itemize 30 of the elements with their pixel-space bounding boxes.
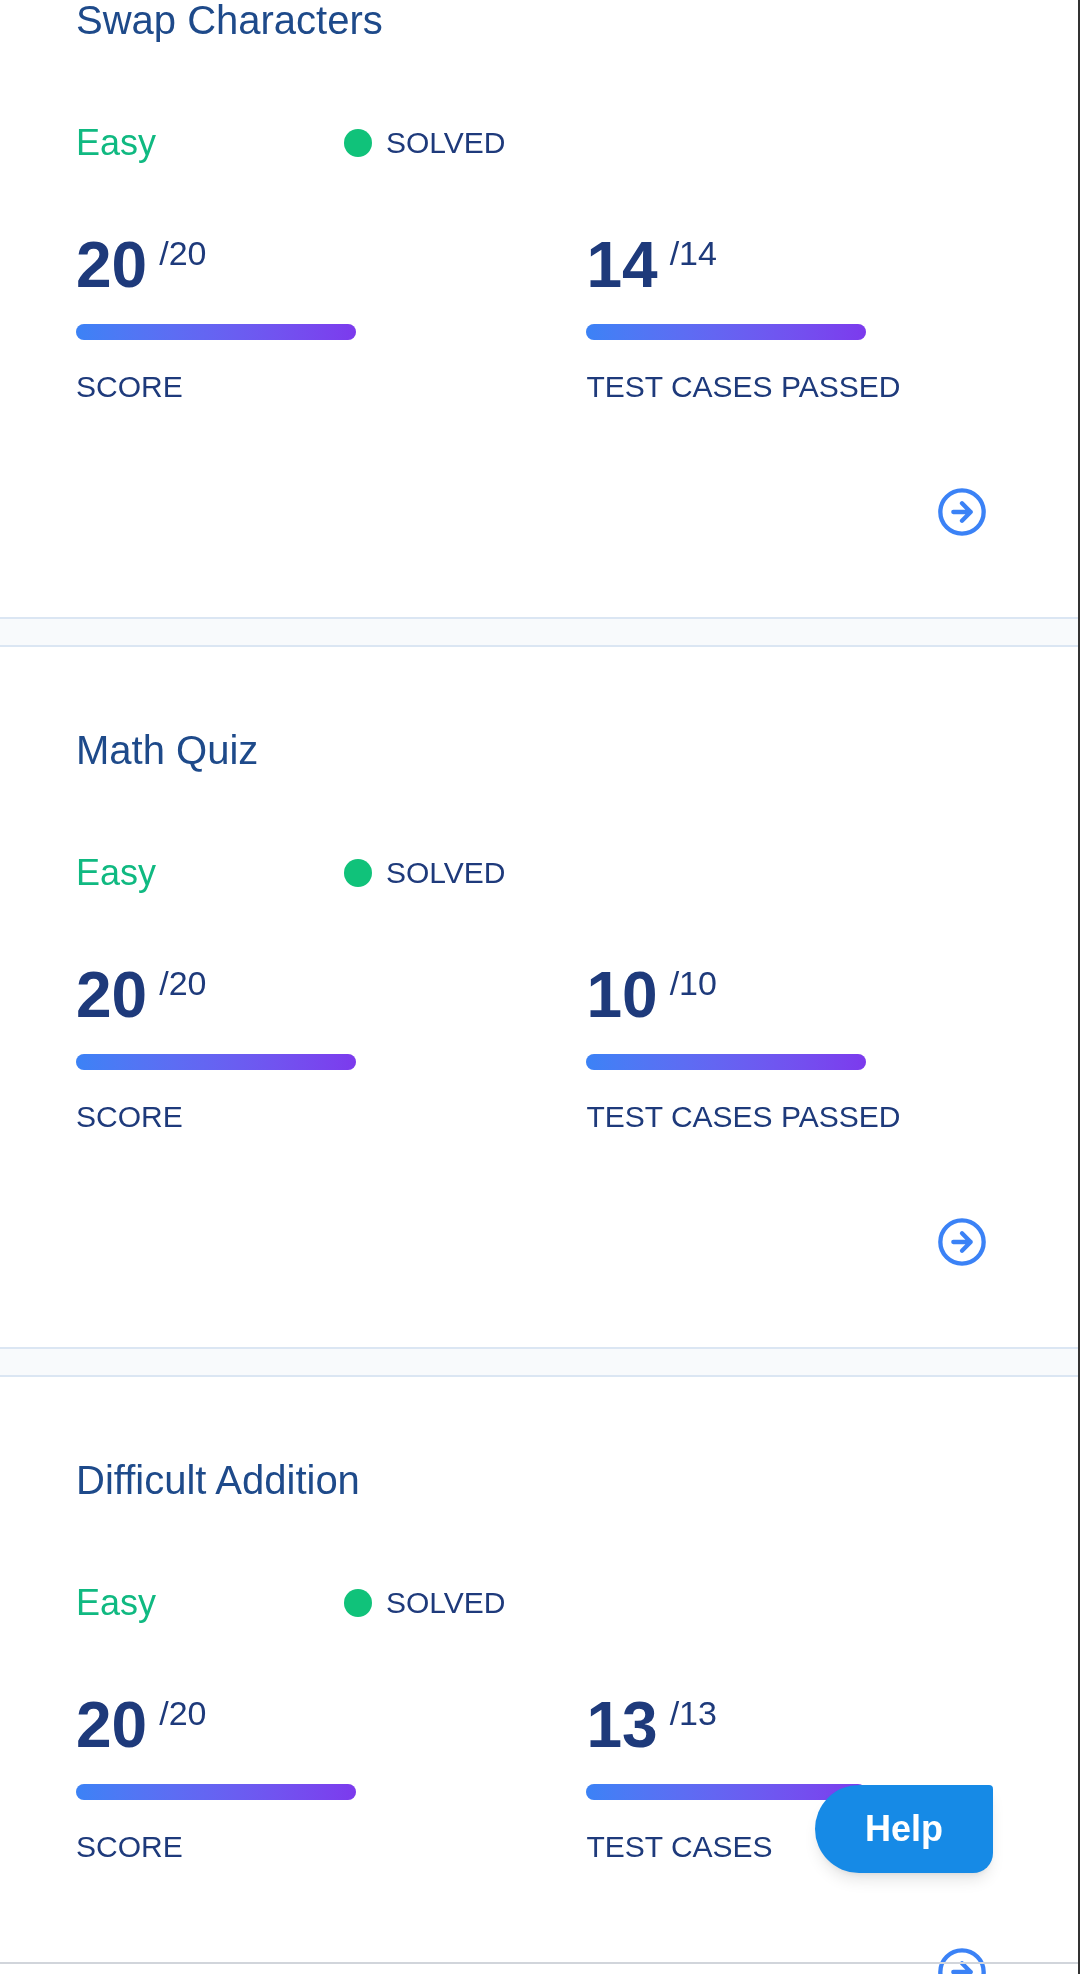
arrow-right-circle-icon[interactable] <box>936 486 988 538</box>
stat-total: /13 <box>669 1693 717 1734</box>
help-button[interactable]: Help <box>815 1785 993 1873</box>
problem-title: Difficult Addition <box>76 1457 360 1503</box>
status-label: SOLVED <box>386 1585 506 1621</box>
status-label: SOLVED <box>386 855 506 891</box>
stat-value: 20 <box>76 958 148 1033</box>
stat-label: SCORE <box>76 1099 183 1135</box>
stat-total: /20 <box>159 1693 207 1734</box>
stat-label: TEST CASES <box>586 1829 773 1865</box>
status-label: SOLVED <box>386 125 506 161</box>
stat-total: /14 <box>669 233 717 274</box>
stat-label: TEST CASES PASSED <box>586 1099 901 1135</box>
stat-total: /20 <box>159 233 207 274</box>
stat-value: 13 <box>586 1688 658 1763</box>
stat-value: 20 <box>76 1688 148 1763</box>
stat-total: /20 <box>159 963 207 1004</box>
arrow-right-circle-icon[interactable] <box>936 1216 988 1268</box>
problem-title: Math Quiz <box>76 727 259 773</box>
stat-value: 14 <box>586 228 658 303</box>
stat-label: SCORE <box>76 369 183 405</box>
stat-total: /10 <box>669 963 717 1004</box>
difficulty-label: Easy <box>76 851 158 895</box>
stat-value: 10 <box>586 958 658 1033</box>
stat-label: TEST CASES PASSED <box>586 369 901 405</box>
difficulty-label: Easy <box>76 1581 158 1625</box>
problem-title: Swap Characters <box>76 0 383 43</box>
stat-label: SCORE <box>76 1829 183 1865</box>
difficulty-label: Easy <box>76 121 158 165</box>
stat-value: 20 <box>76 228 148 303</box>
